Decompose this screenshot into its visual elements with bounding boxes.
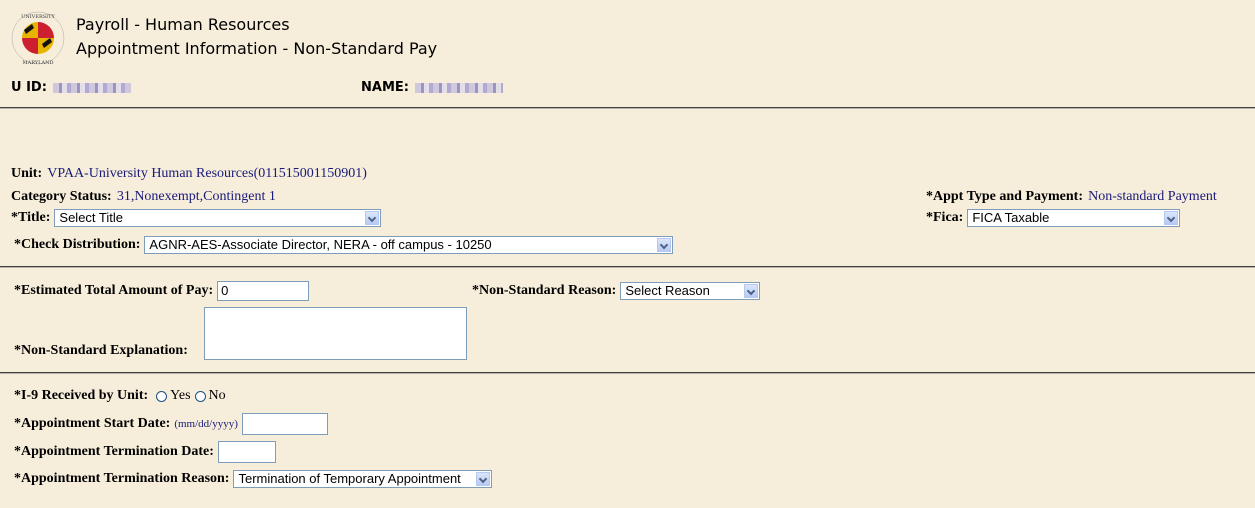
unit-row: Unit: VPAA-University Human Resources(01…	[11, 164, 367, 183]
chevron-down-icon[interactable]	[744, 284, 759, 298]
university-logo: UNIVERSITY MARYLAND	[10, 10, 66, 66]
chevron-down-icon[interactable]	[657, 238, 672, 252]
header-divider	[0, 107, 1255, 109]
estimated-pay-label: *Estimated Total Amount of Pay:	[14, 283, 214, 298]
start-date-input[interactable]	[241, 413, 328, 435]
i9-label: *I-9 Received by Unit:	[14, 388, 149, 403]
page-title-line2: Appointment Information - Non-Standard P…	[76, 39, 438, 58]
i9-yes-label[interactable]: Yes	[170, 388, 190, 404]
fica-row: *Fica: FICA Taxable	[926, 209, 1181, 227]
name-label: NAME:	[361, 80, 409, 95]
appt-type-label: *Appt Type and Payment:	[926, 188, 1084, 204]
title-label: *Title:	[11, 210, 51, 225]
section-divider-2	[0, 372, 1255, 374]
uid-label: U ID:	[11, 80, 47, 95]
check-distribution-label: *Check Distribution:	[14, 237, 141, 252]
termination-date-row: *Appointment Termination Date:	[14, 441, 276, 463]
non-standard-explanation-label: *Non-Standard Explanation:	[14, 343, 188, 358]
estimated-pay-input[interactable]: 0	[217, 281, 310, 301]
maryland-seal-icon: UNIVERSITY MARYLAND	[11, 11, 65, 66]
name-field: NAME:	[361, 80, 503, 95]
check-distribution-value: AGNR-AES-Associate Director, NERA - off …	[149, 237, 492, 252]
fica-select[interactable]: FICA Taxable	[967, 209, 1181, 227]
fica-select-value: FICA Taxable	[972, 210, 1050, 225]
chevron-down-icon[interactable]	[1164, 211, 1179, 225]
fica-label: *Fica:	[926, 210, 964, 225]
termination-reason-select[interactable]: Termination of Temporary Appointment	[233, 470, 493, 488]
chevron-down-icon[interactable]	[365, 211, 380, 225]
check-distribution-row: *Check Distribution: AGNR-AES-Associate …	[14, 236, 674, 254]
appt-type-value: Non-standard Payment	[1088, 188, 1217, 204]
appt-type-row: *Appt Type and Payment: Non-standard Pay…	[926, 187, 1217, 206]
i9-row: *I-9 Received by Unit: Yes No	[14, 388, 226, 404]
category-label: Category Status:	[11, 188, 112, 204]
termination-date-label: *Appointment Termination Date:	[14, 444, 214, 459]
i9-yes-radio[interactable]	[156, 390, 168, 402]
svg-text:UNIVERSITY: UNIVERSITY	[21, 14, 55, 20]
start-date-label: *Appointment Start Date:	[14, 416, 171, 431]
i9-no-radio[interactable]	[194, 390, 206, 402]
svg-text:MARYLAND: MARYLAND	[23, 60, 54, 66]
check-distribution-select[interactable]: AGNR-AES-Associate Director, NERA - off …	[144, 236, 674, 254]
chevron-down-icon[interactable]	[476, 472, 491, 486]
non-standard-reason-label: *Non-Standard Reason:	[472, 283, 617, 298]
non-standard-explanation-textarea[interactable]	[204, 307, 467, 360]
uid-field: U ID:	[11, 80, 131, 95]
non-standard-reason-select[interactable]: Select Reason	[620, 282, 761, 300]
title-select[interactable]: Select Title	[54, 209, 382, 227]
section-divider-1	[0, 266, 1255, 268]
termination-reason-row: *Appointment Termination Reason: Termina…	[14, 470, 493, 488]
non-standard-reason-row: *Non-Standard Reason: Select Reason	[472, 282, 761, 300]
termination-date-input[interactable]	[217, 441, 276, 463]
termination-reason-label: *Appointment Termination Reason:	[14, 471, 230, 486]
estimated-pay-row: *Estimated Total Amount of Pay: 0	[14, 281, 310, 301]
start-date-row: *Appointment Start Date: (mm/dd/yyyy)	[14, 413, 328, 435]
page-title-line1: Payroll - Human Resources	[76, 15, 290, 34]
name-value-redacted	[414, 82, 503, 93]
start-date-format-hint: (mm/dd/yyyy)	[174, 418, 238, 430]
unit-value: VPAA-University Human Resources(01151500…	[47, 165, 367, 181]
i9-no-label[interactable]: No	[209, 388, 226, 404]
uid-value-redacted	[52, 82, 131, 93]
unit-label: Unit:	[11, 165, 43, 181]
title-select-value: Select Title	[59, 210, 123, 225]
title-row: *Title: Select Title	[11, 209, 382, 227]
category-value: 31,Nonexempt,Contingent 1	[116, 188, 276, 204]
non-standard-reason-value: Select Reason	[625, 283, 710, 298]
termination-reason-value: Termination of Temporary Appointment	[238, 471, 461, 486]
category-row: Category Status: 31,Nonexempt,Contingent…	[11, 187, 276, 206]
